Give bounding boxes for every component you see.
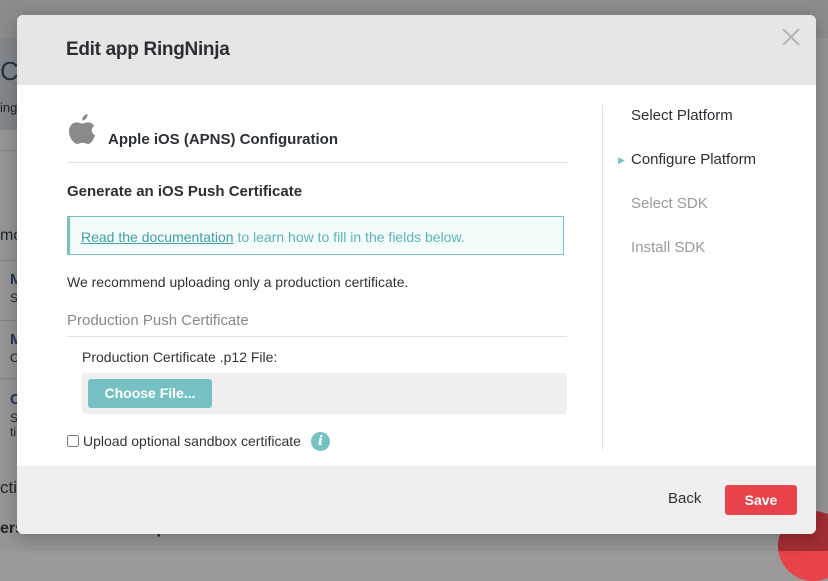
sandbox-label[interactable]: Upload optional sandbox certificate: [83, 433, 301, 449]
documentation-notice-rest: to learn how to fill in the fields below…: [233, 229, 465, 245]
file-upload-area: Choose File...: [82, 373, 567, 414]
sandbox-option: Upload optional sandbox certificate i: [67, 431, 330, 451]
sandbox-checkbox[interactable]: [67, 435, 79, 447]
step-configure-platform[interactable]: Configure Platform: [631, 151, 756, 168]
close-icon[interactable]: [780, 26, 802, 48]
documentation-link[interactable]: Read the documentation: [81, 229, 234, 245]
file-field-label: Production Certificate .p12 File:: [82, 349, 278, 365]
back-button[interactable]: Back: [668, 490, 701, 507]
documentation-notice-text: Read the documentation to learn how to f…: [81, 229, 465, 245]
step-arrow-icon: ▶: [618, 155, 625, 165]
step-select-sdk[interactable]: Select SDK: [631, 195, 708, 212]
section-title: Generate an iOS Push Certificate: [67, 183, 303, 200]
info-icon[interactable]: i: [310, 431, 330, 451]
recommendation-text: We recommend uploading only a production…: [67, 274, 409, 290]
divider: [67, 336, 567, 337]
step-select-platform[interactable]: Select Platform: [631, 107, 733, 124]
modal-body: Apple iOS (APNS) Configuration Generate …: [17, 85, 816, 466]
modal-title: Edit app RingNinja: [66, 39, 230, 60]
vertical-divider: [602, 105, 603, 450]
apple-icon: [67, 112, 97, 150]
documentation-notice: Read the documentation to learn how to f…: [67, 216, 564, 255]
production-certificate-heading: Production Push Certificate: [67, 312, 249, 329]
modal-header: Edit app RingNinja: [17, 15, 816, 85]
modal-footer: Back Save: [17, 466, 816, 534]
edit-app-modal: Edit app RingNinja Apple iOS (APNS) Conf…: [17, 15, 816, 534]
step-install-sdk[interactable]: Install SDK: [631, 239, 705, 256]
platform-title: Apple iOS (APNS) Configuration: [108, 131, 338, 148]
configuration-panel: Apple iOS (APNS) Configuration Generate …: [67, 85, 567, 466]
divider: [67, 162, 567, 163]
choose-file-button[interactable]: Choose File...: [88, 379, 212, 408]
save-button[interactable]: Save: [725, 485, 797, 515]
